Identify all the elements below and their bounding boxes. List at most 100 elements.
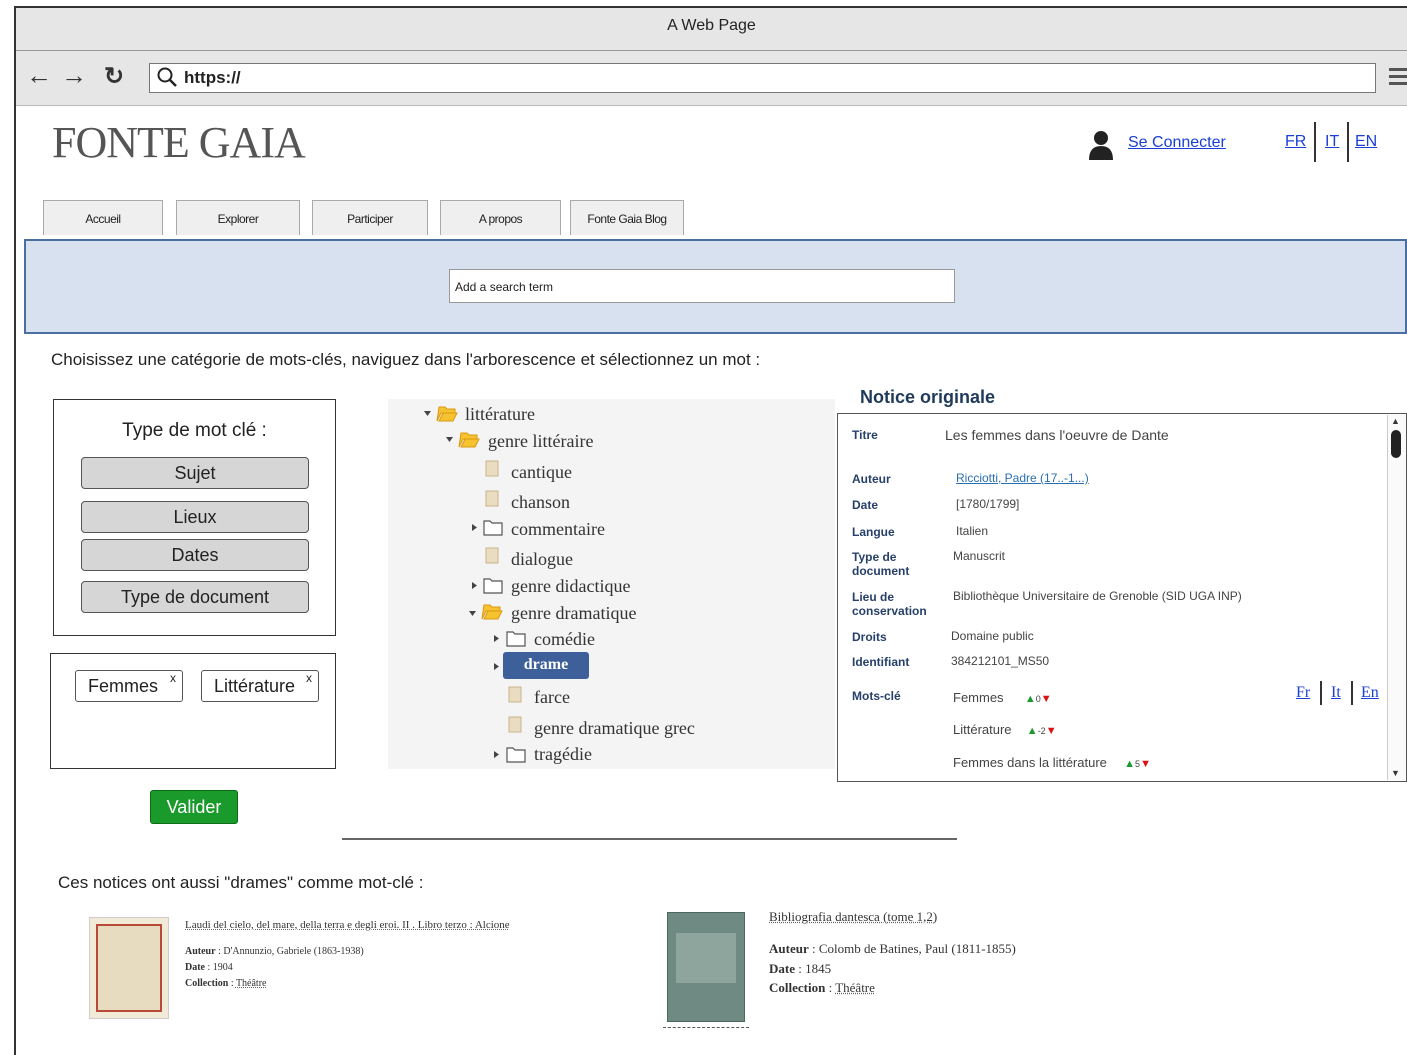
vote-down-icon[interactable]: ▼ bbox=[1140, 758, 1151, 770]
lang-fr-link[interactable]: FR bbox=[1285, 133, 1306, 151]
tree-node-genre-dramatique-grec[interactable]: genre dramatique grec bbox=[534, 718, 695, 739]
notice-value-langue: Italien bbox=[956, 524, 989, 538]
expand-toggle-icon bbox=[469, 611, 476, 616]
notice-label-auteur: Auteur bbox=[852, 472, 891, 486]
url-input[interactable]: https:// bbox=[149, 63, 1376, 93]
expand-toggle-icon bbox=[424, 411, 431, 416]
tree-node-chanson[interactable]: chanson bbox=[511, 492, 570, 513]
field-label: Auteur bbox=[185, 946, 216, 957]
lang-en-link[interactable]: EN bbox=[1355, 133, 1377, 151]
record-title-link[interactable]: Bibliografia dantesca (tome 1,2) bbox=[769, 909, 937, 925]
user-icon bbox=[1089, 131, 1113, 160]
keyword-label: Femmes bbox=[953, 690, 1004, 705]
remove-chip-icon[interactable]: x bbox=[306, 663, 312, 693]
tree-node-dialogue[interactable]: dialogue bbox=[511, 549, 573, 570]
notice-label-langue: Langue bbox=[852, 525, 895, 539]
document-icon bbox=[485, 490, 499, 507]
document-icon bbox=[508, 716, 522, 733]
record-author: Auteur : Colomb de Batines, Paul (1811-1… bbox=[769, 941, 1016, 956]
tab-accueil[interactable]: Accueil bbox=[43, 200, 163, 235]
tree-node-cantique[interactable]: cantique bbox=[511, 462, 572, 483]
sujet-button[interactable]: Sujet bbox=[81, 457, 309, 489]
field-value: Colomb de Batines, Paul (1811-1855) bbox=[818, 941, 1016, 956]
type-document-button[interactable]: Type de document bbox=[81, 581, 309, 613]
notice-scrollbar[interactable] bbox=[1387, 415, 1406, 780]
tab-explorer[interactable]: Explorer bbox=[176, 200, 300, 235]
tree-node-tragedie[interactable]: tragédie bbox=[534, 744, 592, 765]
search-input[interactable]: Add a search term bbox=[449, 269, 955, 303]
field-value: D'Annunzio, Gabriele (1863-1938) bbox=[223, 946, 364, 957]
field-label: Date bbox=[769, 961, 795, 976]
site-logo[interactable]: FONTE GAIA bbox=[52, 117, 306, 168]
tree-node-genre-litteraire[interactable]: genre littéraire bbox=[488, 431, 593, 452]
dates-button[interactable]: Dates bbox=[81, 539, 309, 571]
lang-divider bbox=[1314, 122, 1316, 162]
related-heading: Ces notices ont aussi "drames" comme mot… bbox=[58, 873, 424, 892]
tree-node-farce[interactable]: farce bbox=[534, 687, 570, 708]
vote-up-icon[interactable]: ▲ bbox=[1025, 693, 1036, 705]
folder-icon bbox=[506, 747, 526, 763]
book-thumbnail[interactable] bbox=[89, 917, 169, 1019]
keyword-chip[interactable]: Littérature x bbox=[201, 670, 319, 702]
notice-value-auteur[interactable]: Ricciotti, Padre (17..-1...) bbox=[956, 471, 1089, 485]
lang-divider bbox=[1347, 122, 1349, 162]
record-date: Date : 1845 bbox=[769, 961, 832, 976]
lang-it-link[interactable]: IT bbox=[1325, 133, 1339, 151]
open-folder-icon bbox=[481, 604, 503, 620]
notice-lang-en[interactable]: En bbox=[1361, 684, 1379, 702]
notice-label-titre: Titre bbox=[852, 428, 878, 442]
reload-icon[interactable]: ↻ bbox=[104, 62, 124, 91]
record-title-link[interactable]: Laudi del cielo, del mare, della terra e… bbox=[185, 919, 510, 931]
keyword-row: Femmes ▲0▼ bbox=[953, 690, 1052, 705]
tree-node-drame-selected[interactable]: drame bbox=[503, 652, 589, 679]
field-value[interactable]: Théâtre bbox=[236, 978, 267, 989]
notice-value-titre: Les femmes dans l'oeuvre de Dante bbox=[945, 427, 1169, 443]
vote-up-icon[interactable]: ▲ bbox=[1027, 725, 1038, 737]
notice-lang-fr[interactable]: Fr bbox=[1296, 684, 1310, 702]
notice-lang-it[interactable]: It bbox=[1331, 684, 1341, 702]
tab-a-propos[interactable]: A propos bbox=[440, 200, 561, 235]
back-arrow-icon[interactable]: ← bbox=[26, 60, 52, 91]
field-label: Collection bbox=[769, 980, 826, 995]
menu-icon[interactable] bbox=[1389, 68, 1407, 89]
tab-participer[interactable]: Participer bbox=[312, 200, 428, 235]
open-folder-icon bbox=[458, 432, 480, 448]
vote-down-icon[interactable]: ▼ bbox=[1041, 693, 1052, 705]
search-icon bbox=[157, 67, 177, 87]
notice-value-date: [1780/1799] bbox=[956, 497, 1020, 511]
section-divider bbox=[342, 838, 957, 840]
tree-node-commentaire[interactable]: commentaire bbox=[511, 519, 605, 540]
remove-chip-icon[interactable]: x bbox=[170, 663, 176, 693]
scroll-up-icon[interactable]: ▲ bbox=[1391, 416, 1400, 426]
notice-label-date: Date bbox=[852, 498, 879, 512]
record-collection: Collection : Théâtre bbox=[769, 980, 875, 995]
keyword-chip[interactable]: Femmes x bbox=[75, 670, 183, 702]
keyword-label: Littérature bbox=[953, 722, 1012, 737]
scroll-down-icon[interactable]: ▼ bbox=[1391, 768, 1400, 778]
field-value: 1845 bbox=[805, 961, 832, 976]
tree-node-genre-didactique[interactable]: genre didactique bbox=[511, 576, 630, 597]
book-thumbnail[interactable] bbox=[663, 910, 749, 1028]
tree-node-comedie[interactable]: comédie bbox=[534, 629, 595, 650]
tree-node-genre-dramatique[interactable]: genre dramatique bbox=[511, 603, 636, 624]
open-folder-icon bbox=[436, 406, 458, 422]
document-icon bbox=[485, 460, 499, 477]
notice-label-lieu: Lieu de conservation bbox=[852, 590, 927, 618]
scrollbar-thumb[interactable] bbox=[1391, 430, 1401, 458]
notice-value-droits: Domaine public bbox=[951, 629, 1034, 643]
login-link[interactable]: Se Connecter bbox=[1128, 134, 1226, 152]
document-icon bbox=[485, 547, 499, 564]
lieux-button[interactable]: Lieux bbox=[81, 501, 309, 533]
tree-node-litterature[interactable]: littérature bbox=[465, 404, 535, 425]
record-collection: Collection : Théâtre bbox=[185, 978, 267, 989]
field-label: Date bbox=[185, 962, 205, 973]
notice-label-type: Type de document bbox=[852, 550, 910, 578]
field-value[interactable]: Théâtre bbox=[835, 980, 875, 995]
vote-down-icon[interactable]: ▼ bbox=[1046, 725, 1057, 737]
vote-up-icon[interactable]: ▲ bbox=[1124, 758, 1135, 770]
validate-button[interactable]: Valider bbox=[150, 790, 238, 824]
forward-arrow-icon[interactable]: → bbox=[61, 60, 87, 91]
expand-toggle-icon bbox=[472, 582, 477, 589]
tab-blog[interactable]: Fonte Gaia Blog bbox=[570, 200, 684, 235]
chip-label: Femmes bbox=[88, 676, 159, 696]
